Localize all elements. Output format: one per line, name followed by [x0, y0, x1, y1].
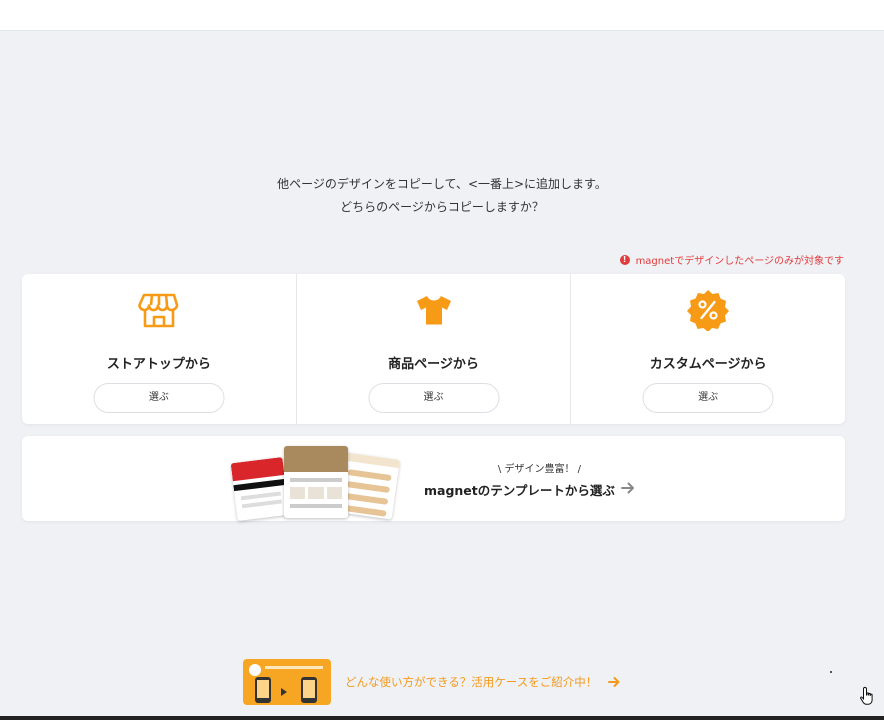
choice-title: ストアトップから: [106, 357, 211, 372]
eligibility-notice: ! magnetでデザインしたページのみが対象です: [619, 252, 844, 267]
choice-custom-page: カスタムページから 選ぶ: [571, 274, 845, 424]
copy-prompt: 他ページのデザインをコピーして、<一番上>に追加します。 どちらのページからコピ…: [0, 173, 884, 219]
promo-text: どんな使い方ができる？活用ケースをご紹介中！: [345, 675, 598, 689]
template-title: magnetのテンプレートから選ぶ: [424, 483, 615, 498]
arrow-right-icon: [621, 482, 634, 494]
template-thumbnails: [230, 442, 402, 521]
top-bar: [0, 0, 884, 31]
stray-dot: [830, 671, 832, 673]
template-subtitle: \ デザイン豊富！ /: [497, 464, 581, 475]
choice-store-top: ストアトップから 選ぶ: [22, 274, 297, 424]
template-thumbnail: [284, 446, 348, 518]
percent-badge-icon: [687, 290, 730, 331]
use-case-promo-link[interactable]: どんな使い方ができる？活用ケースをご紹介中！: [243, 659, 621, 705]
prompt-line-2: どちらのページからコピーしますか？: [340, 200, 544, 214]
template-thumbnail: [230, 457, 290, 521]
template-text: \ デザイン豊富！ / magnetのテンプレートから選ぶ: [424, 460, 615, 499]
bottom-edge: [0, 716, 884, 720]
notice-text: magnetでデザインしたページのみが対象です: [635, 256, 844, 267]
select-store-top-button[interactable]: 選ぶ: [93, 383, 225, 413]
storefront-icon: [138, 293, 179, 328]
promo-banner-image: [243, 659, 331, 705]
choice-title: 商品ページから: [388, 357, 479, 372]
template-select-card[interactable]: \ デザイン豊富！ / magnetのテンプレートから選ぶ: [22, 436, 845, 521]
arrow-right-icon: [608, 677, 620, 687]
choice-title: カスタムページから: [649, 357, 767, 372]
tshirt-icon: [416, 296, 451, 325]
warning-circle-icon: !: [619, 254, 630, 265]
prompt-line-1: 他ページのデザインをコピーして、<一番上>に追加します。: [277, 177, 607, 191]
choice-product-page: 商品ページから 選ぶ: [297, 274, 572, 424]
select-custom-page-button[interactable]: 選ぶ: [642, 383, 774, 413]
hand-pointer-cursor-icon: [860, 686, 873, 705]
select-product-page-button[interactable]: 選ぶ: [368, 383, 499, 413]
source-page-choices: ストアトップから 選ぶ 商品ページから 選ぶ カスタムページから 選ぶ: [22, 274, 845, 424]
